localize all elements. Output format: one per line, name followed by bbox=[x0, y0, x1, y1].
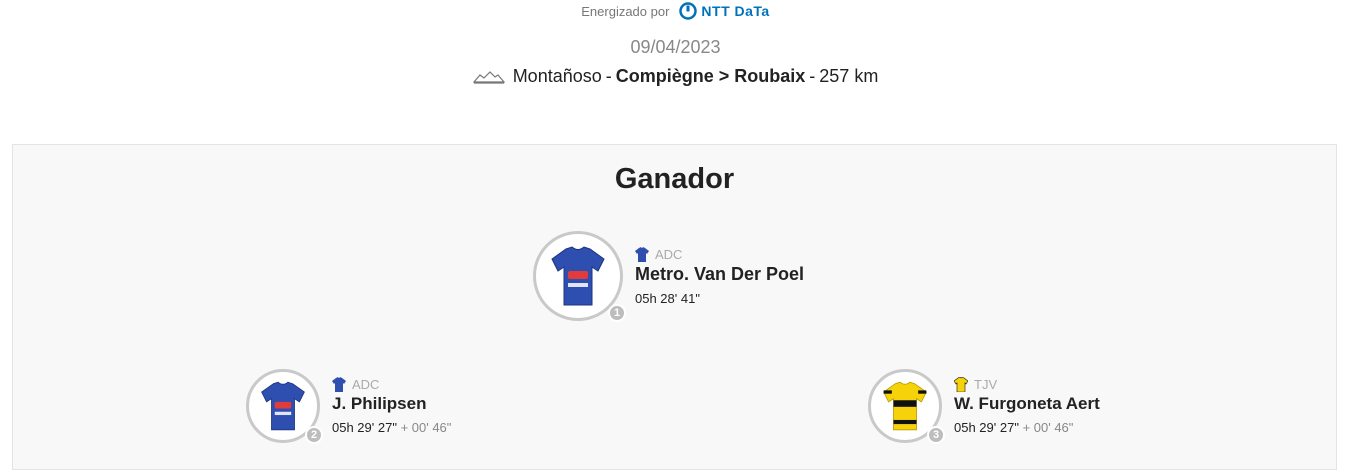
rider-time: 05h 29' 27" + 00' 46" bbox=[954, 420, 1100, 435]
team-jersey-icon bbox=[954, 377, 968, 392]
jersey-blue-icon bbox=[261, 381, 305, 431]
ntt-logo-text: NTT DaTa bbox=[701, 3, 770, 19]
rider-info: ADC J. Philipsen 05h 29' 27" + 00' 46" bbox=[332, 377, 451, 435]
sponsor-line: Energizado por NTT DaTa bbox=[0, 2, 1351, 20]
podium-rider-3[interactable]: 3 TJV W. Furgoneta Aert 05h 29' 27" + 00… bbox=[868, 369, 1100, 444]
time-gap: + 00' 46" bbox=[1022, 420, 1074, 435]
rider-name[interactable]: W. Furgoneta Aert bbox=[954, 394, 1100, 414]
route-distance: 257 km bbox=[819, 66, 879, 86]
rider-info: TJV W. Furgoneta Aert 05h 29' 27" + 00' … bbox=[954, 377, 1100, 435]
team-line: ADC bbox=[635, 246, 804, 262]
jersey-yellow-icon bbox=[883, 381, 927, 431]
stage-route-line: Montañoso - Compiègne > Roubaix - 257 km bbox=[0, 66, 1351, 87]
position-badge: 1 bbox=[608, 304, 626, 322]
stage-date: 09/04/2023 bbox=[630, 37, 721, 57]
team-code: ADC bbox=[352, 377, 380, 392]
rider-name[interactable]: J. Philipsen bbox=[332, 394, 451, 414]
route-separator: - bbox=[809, 66, 816, 86]
rider-time: 05h 29' 27" + 00' 46" bbox=[332, 420, 451, 435]
finish-time: 05h 29' 27" bbox=[954, 420, 1019, 435]
team-code: TJV bbox=[974, 377, 998, 392]
finish-time: 05h 29' 27" bbox=[332, 420, 397, 435]
ntt-data-logo[interactable]: NTT DaTa bbox=[679, 2, 769, 20]
team-code: ADC bbox=[655, 246, 683, 262]
rider-info: ADC Metro. Van Der Poel 05h 28' 41" bbox=[635, 246, 804, 306]
ntt-logo-icon bbox=[679, 2, 698, 20]
time-gap: + 00' 46" bbox=[400, 420, 452, 435]
position-badge: 3 bbox=[927, 426, 945, 444]
finish-time: 05h 28' 41" bbox=[635, 290, 700, 306]
team-jersey-icon bbox=[635, 246, 649, 262]
podium-panel: Ganador 1 ADC Metro. Van Der Poel 05h 28… bbox=[12, 144, 1337, 470]
podium-rider-1[interactable]: 1 ADC Metro. Van Der Poel 05h 28' 41" bbox=[533, 231, 804, 322]
terrain-label: Montañoso bbox=[512, 66, 602, 86]
rider-jersey-avatar[interactable]: 3 bbox=[868, 369, 945, 444]
sponsor-label: Energizado por bbox=[581, 3, 670, 19]
route-separator: - bbox=[605, 66, 612, 86]
podium-title: Ganador bbox=[614, 163, 735, 195]
route-name: Compiègne > Roubaix bbox=[615, 66, 806, 86]
position-badge: 2 bbox=[305, 426, 323, 444]
team-jersey-icon bbox=[332, 377, 346, 392]
rider-jersey-avatar[interactable]: 2 bbox=[246, 369, 323, 444]
rider-name[interactable]: Metro. Van Der Poel bbox=[635, 264, 804, 285]
rider-time: 05h 28' 41" bbox=[635, 291, 804, 306]
mountain-terrain-icon bbox=[472, 70, 505, 84]
jersey-blue-icon bbox=[551, 246, 605, 306]
podium-rider-2[interactable]: 2 ADC J. Philipsen 05h 29' 27" + 00' 46" bbox=[246, 369, 451, 444]
rider-jersey-avatar[interactable]: 1 bbox=[533, 231, 626, 322]
team-line: TJV bbox=[954, 377, 1100, 392]
team-line: ADC bbox=[332, 377, 451, 392]
